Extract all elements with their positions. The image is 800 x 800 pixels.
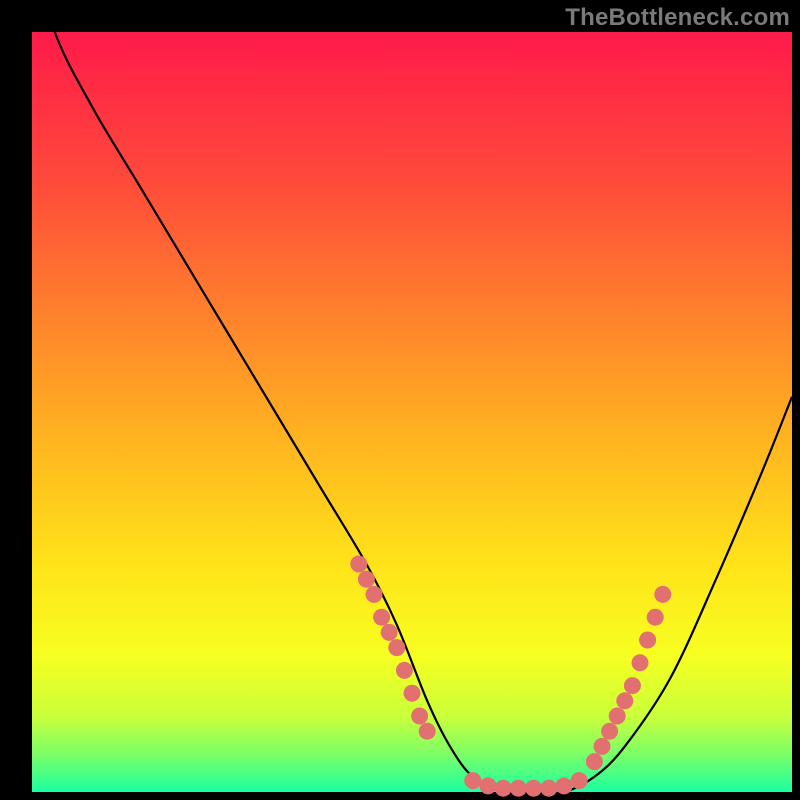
marker-dot [654,586,671,603]
chart-stage: TheBottleneck.com [0,0,800,800]
marker-dot [419,723,436,740]
marker-dot [480,777,497,794]
marker-dot [388,639,405,656]
marker-dot [540,780,557,797]
marker-dot [594,738,611,755]
marker-dot [366,586,383,603]
marker-dot [373,609,390,626]
marker-dot [510,780,527,797]
marker-dot [647,609,664,626]
marker-dot [601,723,618,740]
marker-dot [586,753,603,770]
marker-dot [495,780,512,797]
marker-dot [609,708,626,725]
marker-dot [632,654,649,671]
marker-dot [639,632,656,649]
plot-background [32,32,792,792]
marker-dot [381,624,398,641]
marker-dot [464,772,481,789]
marker-dot [624,677,641,694]
marker-dot [396,662,413,679]
marker-dot [358,571,375,588]
marker-dot [350,556,367,573]
marker-dot [556,777,573,794]
marker-dot [571,772,588,789]
marker-dot [616,692,633,709]
marker-dot [411,708,428,725]
marker-dot [525,780,542,797]
marker-dot [404,685,421,702]
chart-svg [0,0,800,800]
